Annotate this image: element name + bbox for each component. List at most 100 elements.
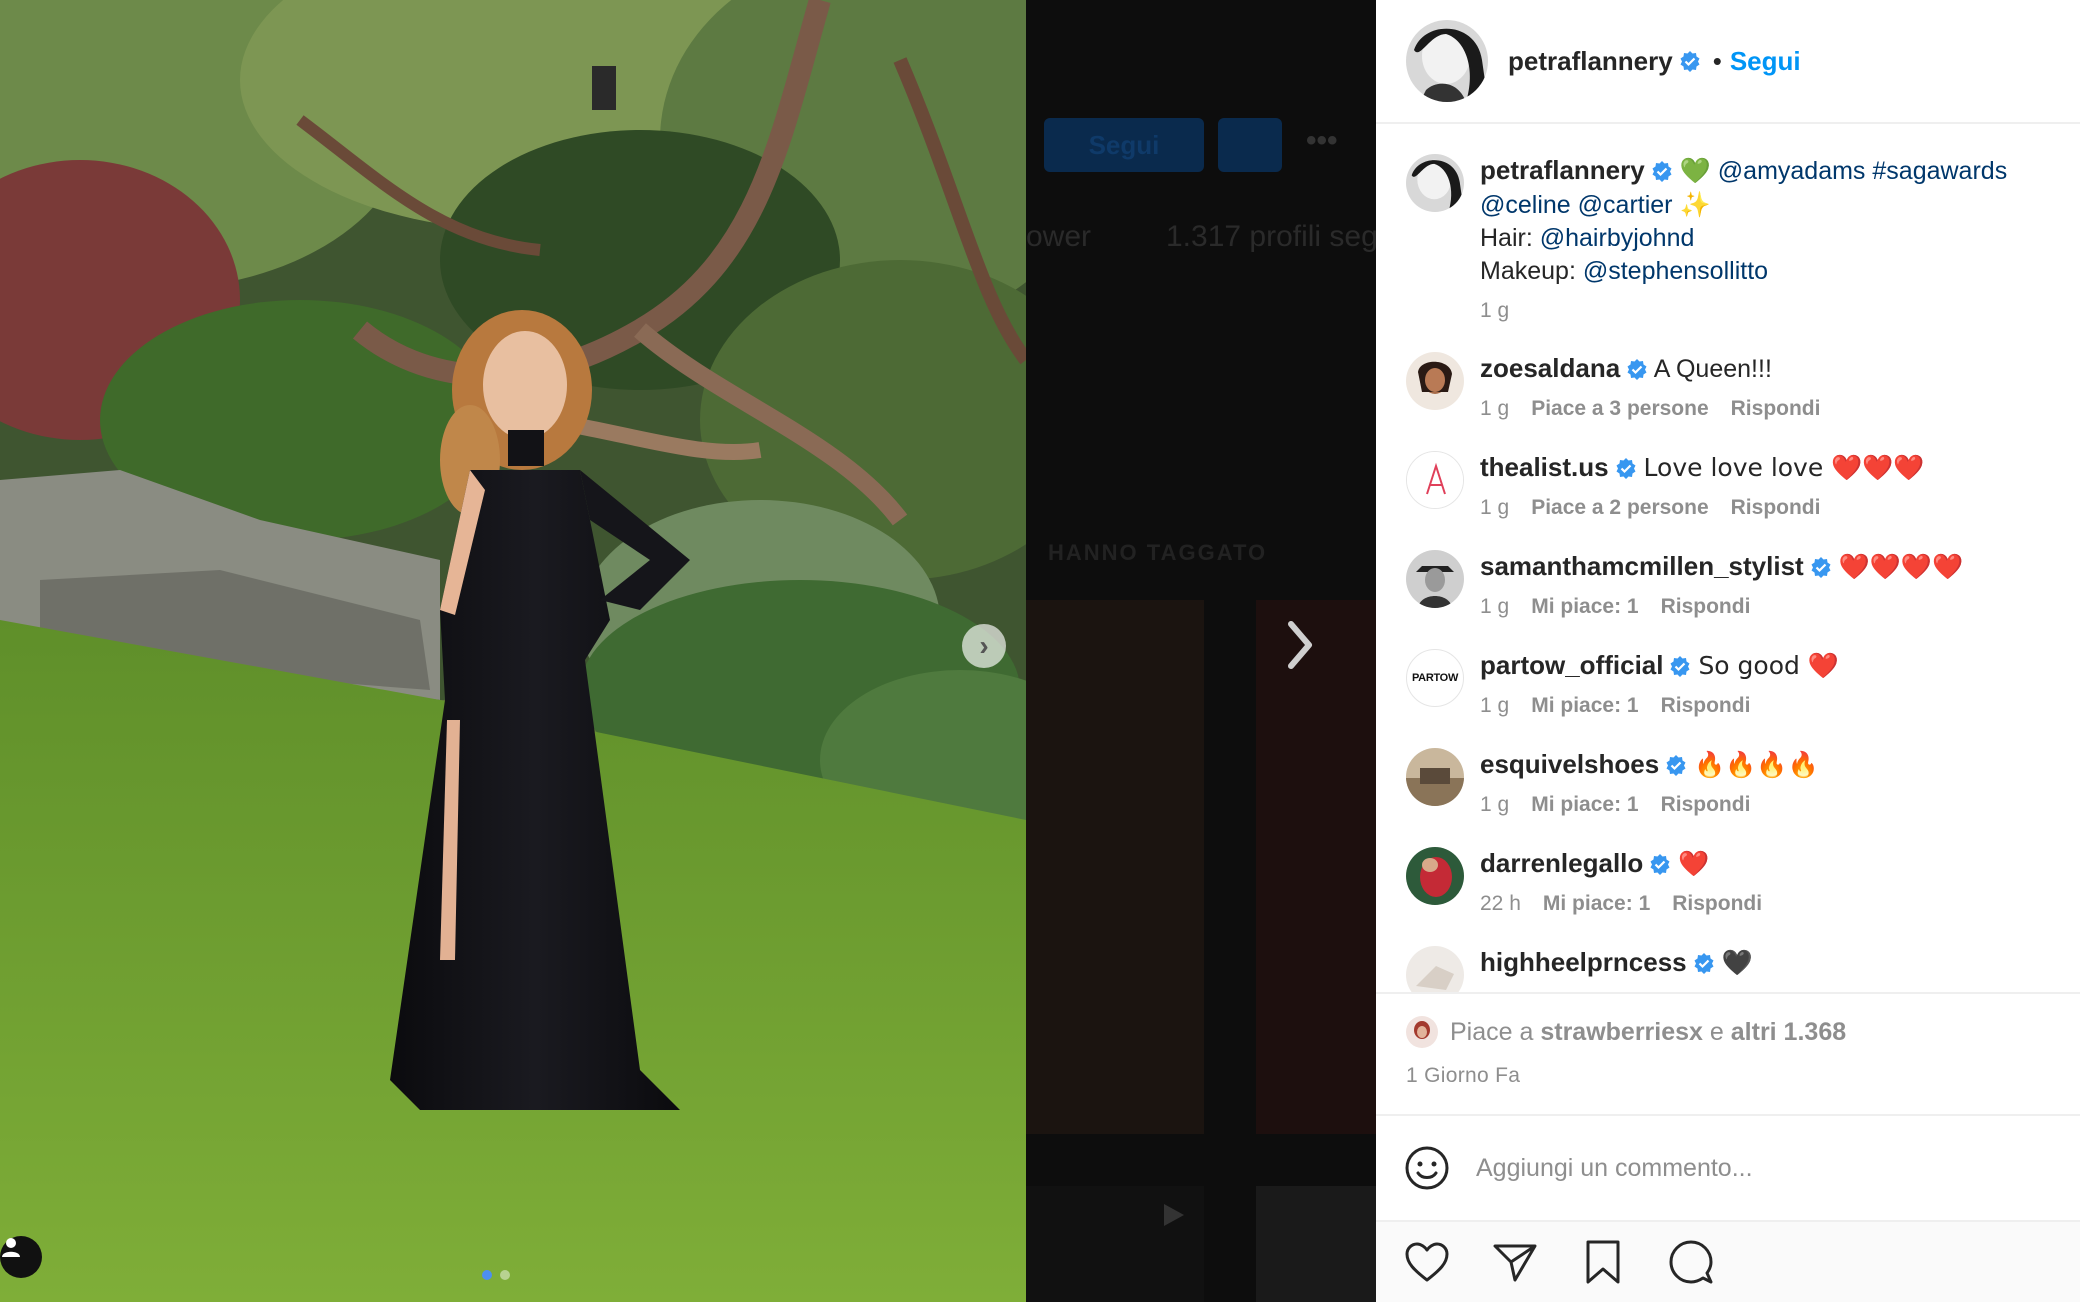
author-avatar[interactable] [1406, 20, 1488, 102]
smiley-icon[interactable] [1404, 1145, 1450, 1191]
verified-badge-icon [1811, 557, 1831, 578]
post-side-panel: petraflannery • Segui petraflannery 💚 @a… [1376, 0, 2080, 1302]
reply-button[interactable]: Rispondi [1661, 689, 1751, 722]
comments-list[interactable]: petraflannery 💚 @amyadams #sagawards @ce… [1376, 126, 2080, 992]
bg-more-icon: ••• [1306, 124, 1338, 157]
liker-username[interactable]: strawberriesx [1540, 1018, 1703, 1047]
mention-link[interactable]: @amyadams [1718, 157, 1866, 185]
likes-summary[interactable]: Piace a strawberriesx e altri 1.368 [1406, 1016, 1846, 1048]
mention-link[interactable]: @stephensollitto [1583, 257, 1768, 285]
verified-badge-icon [1694, 953, 1714, 974]
post-timestamp[interactable]: 1 Giorno Fa [1406, 1064, 1520, 1088]
commenter-username[interactable]: zoesaldana [1480, 353, 1620, 383]
tagged-users-button[interactable] [0, 1236, 42, 1278]
likes-section: Piace a strawberriesx e altri 1.368 1 Gi… [1376, 992, 2080, 1116]
hair-label: Hair: [1480, 224, 1533, 252]
mention-link[interactable]: @cartier [1578, 191, 1673, 219]
comment-button[interactable] [1668, 1239, 1714, 1285]
carousel-next-inline-button[interactable]: › [962, 624, 1006, 668]
likes-others[interactable]: altri 1.368 [1731, 1018, 1846, 1047]
verified-badge-icon [1616, 458, 1636, 479]
like-button[interactable] [1404, 1239, 1450, 1285]
bg-dropdown-button [1218, 118, 1282, 172]
comment-likes[interactable]: Mi piace: 1 [1531, 788, 1638, 821]
post-photo[interactable]: › [0, 0, 1026, 1302]
carousel-dot [482, 1270, 492, 1280]
commenter-username[interactable]: thealist.us [1480, 452, 1609, 482]
post-actions [1376, 1220, 2080, 1302]
bg-grid-tile [1256, 1186, 1376, 1302]
verified-badge-icon [1652, 161, 1672, 182]
bg-grid-tile [1256, 600, 1376, 1134]
comment-time: 22 h [1480, 892, 1521, 915]
comment-row: samanthamcmillen_stylist ❤️❤️❤️❤️ 1 g Mi … [1406, 550, 2056, 623]
comment-text: So good ❤️ [1698, 651, 1839, 680]
partow-logo: PARTOW [1411, 672, 1459, 684]
comment-row: darrenlegallo ❤️ 22 h Mi piace: 1 Rispondi [1406, 847, 2056, 920]
reply-button[interactable]: Rispondi [1731, 491, 1821, 524]
commenter-avatar[interactable] [1406, 847, 1464, 905]
comment-text: 🖤 [1721, 948, 1753, 977]
follow-button[interactable]: Segui [1730, 46, 1801, 77]
reply-button[interactable]: Rispondi [1661, 590, 1751, 623]
comment-likes[interactable]: Mi piace: 1 [1543, 887, 1650, 920]
caption: petraflannery 💚 @amyadams #sagawards @ce… [1406, 154, 2056, 327]
comment-row: highheelprncess 🖤 [1406, 946, 2056, 992]
mention-link[interactable]: @hairbyjohnd [1540, 224, 1695, 252]
comment-likes[interactable]: Mi piace: 1 [1531, 590, 1638, 623]
comment-text: 🔥🔥🔥🔥 [1694, 750, 1819, 779]
bg-follow-button: Segui [1044, 118, 1204, 172]
carousel-indicator [482, 1270, 510, 1280]
caption-username[interactable]: petraflannery [1480, 155, 1645, 185]
save-button[interactable] [1580, 1239, 1626, 1285]
comment-text: ❤️❤️❤️❤️ [1838, 552, 1964, 581]
commenter-username[interactable]: darrenlegallo [1480, 848, 1643, 878]
comment-row: thealist.us Love love love ❤️❤️❤️ 1 g Pia… [1406, 451, 2056, 524]
comment-likes[interactable]: Mi piace: 1 [1531, 689, 1638, 722]
green-heart-emoji: 💚 [1679, 156, 1711, 185]
mention-link[interactable]: @celine [1480, 191, 1571, 219]
speech-bubble-icon [1669, 1240, 1713, 1284]
commenter-avatar[interactable] [1406, 946, 1464, 992]
comment-time: 1 g [1480, 595, 1510, 618]
bg-video-icon [1164, 1204, 1184, 1226]
commenter-avatar[interactable] [1406, 748, 1464, 806]
commenter-avatar[interactable] [1406, 550, 1464, 608]
comment-likes[interactable]: Piace a 3 persone [1531, 392, 1708, 425]
hashtag-link[interactable]: #sagawards [1872, 157, 2007, 185]
paper-plane-icon [1493, 1244, 1537, 1282]
bookmark-icon [1586, 1240, 1620, 1284]
commenter-username[interactable]: samanthamcmillen_stylist [1480, 551, 1804, 581]
reply-button[interactable]: Rispondi [1731, 392, 1821, 425]
comment-time: 1 g [1480, 694, 1510, 717]
header-separator: • [1712, 45, 1722, 76]
carousel-next-button[interactable] [1280, 615, 1320, 675]
commenter-avatar[interactable] [1406, 451, 1464, 509]
commenter-username[interactable]: partow_official [1480, 650, 1663, 680]
caption-time: 1 g [1480, 299, 1510, 322]
comment-time: 1 g [1480, 397, 1510, 420]
comment-row: zoesaldana A Queen!!! 1 g Piace a 3 perso… [1406, 352, 2056, 425]
bg-following-text: 1.317 profili seg [1166, 220, 1378, 253]
comment-input[interactable] [1476, 1153, 2036, 1183]
share-button[interactable] [1492, 1239, 1538, 1285]
commenter-avatar[interactable]: PARTOW [1406, 649, 1464, 707]
commenter-avatar[interactable] [1406, 352, 1464, 410]
comment-time: 1 g [1480, 793, 1510, 816]
liker-avatar [1406, 1016, 1438, 1048]
commenter-username[interactable]: esquivelshoes [1480, 749, 1659, 779]
heart-icon [1405, 1242, 1449, 1282]
likes-middle: e [1709, 1017, 1724, 1046]
reply-button[interactable]: Rispondi [1661, 788, 1751, 821]
author-avatar[interactable] [1406, 154, 1464, 212]
sparkles-emoji: ✨ [1679, 190, 1711, 219]
user-icon [2, 1238, 20, 1257]
verified-badge-icon [1680, 51, 1700, 72]
author-username[interactable]: petraflannery [1508, 46, 1673, 77]
likes-prefix: Piace a [1450, 1017, 1534, 1046]
verified-badge-icon [1627, 359, 1647, 380]
reply-button[interactable]: Rispondi [1672, 887, 1762, 920]
comment-likes[interactable]: Piace a 2 persone [1531, 491, 1708, 524]
verified-badge-icon [1670, 656, 1690, 677]
commenter-username[interactable]: highheelprncess [1480, 947, 1687, 977]
